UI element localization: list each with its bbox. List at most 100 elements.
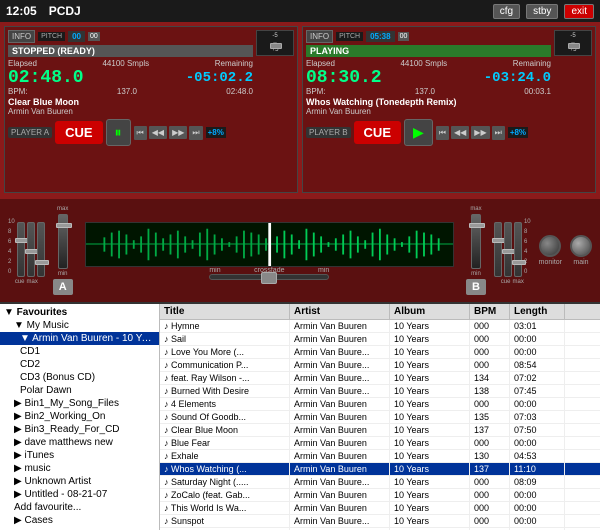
library-tree-item[interactable]: Polar Dawn [0, 384, 159, 397]
library-tree-item[interactable]: ▶ Bin1_My_Song_Files [0, 397, 159, 410]
library-tree-item[interactable]: ▶ Unknown Artist [0, 475, 159, 488]
track-row[interactable]: ♪ Communication P...Armin Van Buure...10… [160, 359, 600, 372]
main-knob[interactable] [570, 235, 592, 257]
deck-b-prev-btn[interactable]: ⏮ [436, 126, 449, 140]
library-tree-item[interactable]: CD1 [0, 345, 159, 358]
track-row[interactable]: ♪ SunspotArmin Van Buure...10 Years00000… [160, 515, 600, 528]
deck-a-play-btn[interactable]: ⏸ [106, 119, 131, 146]
stby-button[interactable]: stby [526, 4, 558, 19]
deck-a-remaining: -05:02.2 [186, 71, 253, 85]
library-tree-item[interactable]: ▼ Favourites [0, 306, 159, 319]
mixer-a-hi-fader[interactable] [17, 222, 25, 277]
library-tree[interactable]: ▼ Favourites▼ My Music▼ Armin Van Buuren… [0, 304, 160, 530]
deck-a-remaining-label: Remaining [215, 59, 253, 68]
library-tree-item[interactable]: ▶ Untitled - 08-21-07 [0, 488, 159, 501]
library-tree-item[interactable]: ▶ Cases [0, 514, 159, 527]
deck-a-rew-btn[interactable]: ◀◀ [149, 126, 167, 139]
library-tree-item[interactable]: ▶ music [0, 462, 159, 475]
track-row[interactable]: ♪ Blue FearArmin Van Buuren10 Years00000… [160, 437, 600, 450]
library-tree-item[interactable]: CD2 [0, 358, 159, 371]
track-cell: ♪ Hymne [160, 320, 290, 332]
deck-b-info-btn[interactable]: INFO [306, 30, 333, 43]
deck-a-prev-btn[interactable]: ⏮ [134, 126, 147, 140]
track-cell: 10 Years [390, 398, 470, 410]
mixer-a-lo-fader[interactable] [37, 222, 45, 277]
crossfader-thumb[interactable] [261, 272, 277, 284]
deck-b-play-btn[interactable]: ▶ [404, 119, 433, 146]
library-tree-item[interactable]: CD3 (Bonus CD) [0, 371, 159, 384]
track-cell: 10 Years [390, 476, 470, 488]
deck-a-cue-btn[interactable]: CUE [55, 121, 102, 144]
track-cell: 000 [470, 502, 510, 514]
library-tree-item[interactable]: ▶ iTunes [0, 449, 159, 462]
track-cell: 000 [470, 346, 510, 358]
deck-b-rew-btn[interactable]: ◀◀ [451, 126, 469, 139]
deck-b-percent: +8% [508, 127, 528, 138]
track-row[interactable]: ♪ Burned With DesireArmin Van Buure...10… [160, 385, 600, 398]
deck-a-pitch-slider[interactable] [273, 42, 277, 44]
track-cell: Armin Van Buuren [290, 489, 390, 501]
track-cell: ♪ Exhale [160, 450, 290, 462]
deck-a-percent: +8% [206, 127, 226, 138]
deck-a-track: Clear Blue Moon [8, 97, 253, 107]
track-row[interactable]: ♪ This World Is Wa...Armin Van Buuren10 … [160, 502, 600, 515]
track-row[interactable]: ♪ ExhaleArmin Van Buuren10 Years13004:53 [160, 450, 600, 463]
mixer-b-lo-fader[interactable] [514, 222, 522, 277]
deck-b-fwd-btn[interactable]: ▶▶ [471, 126, 489, 139]
track-cell: 10 Years [390, 385, 470, 397]
deck-a-info-btn[interactable]: INFO [8, 30, 35, 43]
monitor-knob[interactable] [539, 235, 561, 257]
track-cell: ♪ Sound Of Goodb... [160, 411, 290, 423]
track-rows-container: ♪ HymneArmin Van Buuren10 Years00003:01♪… [160, 320, 600, 530]
cfg-button[interactable]: cfg [493, 4, 520, 19]
track-cell: 00:00 [510, 398, 565, 410]
mixer-b-vol-fader[interactable] [471, 214, 481, 269]
track-cell: 10 Years [390, 372, 470, 384]
track-row[interactable]: ♪ Whos Watching (...Armin Van Buuren10 Y… [160, 463, 600, 476]
deck-a-transport: ⏮ ◀◀ ▶▶ ⏭ [134, 126, 203, 140]
track-cell: 10 Years [390, 463, 470, 475]
clock: 12:05 [6, 4, 37, 18]
library-tree-item[interactable]: ▶ Bin3_Ready_For_CD [0, 423, 159, 436]
track-cell: 000 [470, 515, 510, 527]
deck-b-00-btn[interactable]: 00 [398, 32, 410, 41]
deck-b-pitch-slider[interactable] [571, 42, 575, 44]
deck-b-next-btn[interactable]: ⏭ [492, 126, 505, 140]
mixer-a-mid-fader[interactable] [27, 222, 35, 277]
exit-button[interactable]: exit [564, 4, 594, 19]
track-cell: 000 [470, 398, 510, 410]
track-row[interactable]: ♪ SailArmin Van Buuren10 Years00000:00 [160, 333, 600, 346]
mixer-b-cue-label: cue [501, 279, 511, 285]
mixer-b-mid-fader[interactable] [504, 222, 512, 277]
track-row[interactable]: ♪ Saturday Night (.....Armin Van Buure..… [160, 476, 600, 489]
track-row[interactable]: ♪ HymneArmin Van Buuren10 Years00003:01 [160, 320, 600, 333]
deck-b: INFO PITCH 05:38 00 PLAYING Elapsed 4410… [302, 26, 596, 193]
col-header-length: Length [510, 304, 565, 319]
track-row[interactable]: ♪ feat. Ray Wilson -...Armin Van Buure..… [160, 372, 600, 385]
track-row[interactable]: ♪ 4 ElementsArmin Van Buuren10 Years0000… [160, 398, 600, 411]
mixer-a-vol-fader[interactable] [58, 214, 68, 269]
library-tree-item[interactable]: Add favourite... [0, 501, 159, 514]
library-tree-item[interactable]: ▼ Armin Van Buuren - 10 Years [0, 332, 159, 345]
deck-a-bpm-row: BPM: 137.0 02:48.0 [8, 87, 253, 96]
crossfader-track[interactable] [209, 274, 329, 280]
mixer-b-hi-fader[interactable] [494, 222, 502, 277]
col-header-album: Album [390, 304, 470, 319]
track-row[interactable]: ♪ Love You More (...Armin Van Buure...10… [160, 346, 600, 359]
deck-a-00-btn[interactable]: 00 [88, 32, 100, 41]
track-row[interactable]: ♪ ZoCalo (feat. Gab...Armin Van Buuren10… [160, 489, 600, 502]
track-cell: Armin Van Buuren [290, 424, 390, 436]
monitor-row: monitor main [539, 235, 592, 266]
deck-a-fwd-btn[interactable]: ▶▶ [169, 126, 187, 139]
track-cell: 08:54 [510, 359, 565, 371]
track-cell: ♪ feat. Ray Wilson -... [160, 372, 290, 384]
track-row[interactable]: ♪ Sound Of Goodb...Armin Van Buuren10 Ye… [160, 411, 600, 424]
track-row[interactable]: ♪ Clear Blue MoonArmin Van Buuren10 Year… [160, 424, 600, 437]
library-tree-item[interactable]: ▼ My Music [0, 319, 159, 332]
track-cell: 10 Years [390, 346, 470, 358]
library-tree-item[interactable]: ▶ dave matthews new [0, 436, 159, 449]
library-tree-item[interactable]: ▶ Bin2_Working_On [0, 410, 159, 423]
deck-a-next-btn[interactable]: ⏭ [189, 126, 202, 140]
deck-b-cue-btn[interactable]: CUE [354, 121, 401, 144]
track-cell: 00:00 [510, 515, 565, 527]
